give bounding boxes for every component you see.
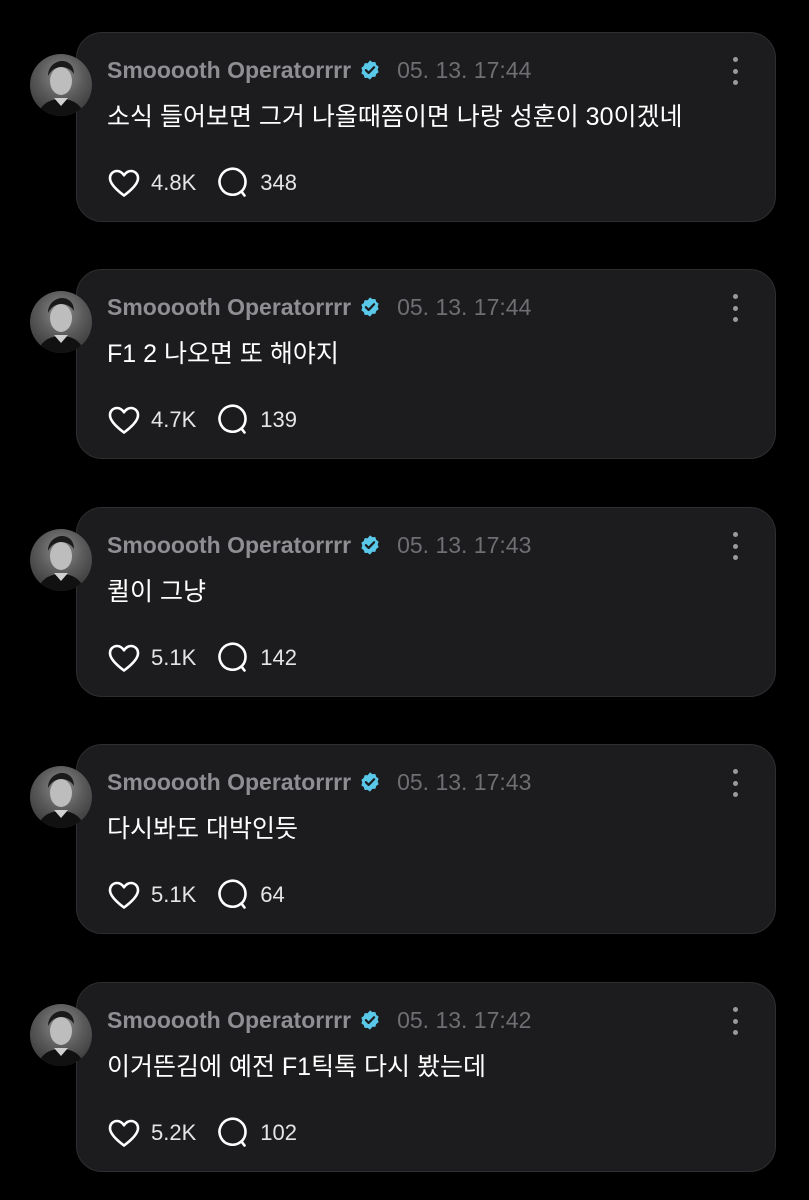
more-vertical-icon[interactable]	[725, 57, 745, 85]
comment-bubble-icon	[218, 404, 248, 434]
verified-badge-icon	[359, 296, 381, 318]
post-stats: 4.8K 348	[107, 167, 297, 199]
post-header: Smooooth Operatorrrr 05. 13. 17:42	[107, 1005, 531, 1035]
avatar[interactable]	[30, 529, 92, 591]
comment-button[interactable]: 142	[216, 642, 297, 674]
more-vertical-icon[interactable]	[725, 769, 745, 797]
comment-count: 348	[260, 170, 297, 195]
post-item: Smooooth Operatorrrr 05. 13. 17:44 F1 2 …	[0, 269, 809, 469]
like-button[interactable]: 4.8K	[107, 168, 196, 198]
like-button[interactable]: 5.2K	[107, 1118, 196, 1148]
like-count: 5.1K	[151, 882, 197, 907]
comment-count: 102	[260, 1120, 297, 1145]
post-card[interactable]: Smooooth Operatorrrr 05. 13. 17:44 F1 2 …	[76, 269, 776, 459]
avatar[interactable]	[30, 291, 92, 353]
post-stats: 5.1K 64	[107, 879, 285, 911]
comment-bubble-icon	[218, 879, 248, 909]
verified-badge-icon	[359, 59, 381, 81]
comment-bubble-icon	[218, 167, 248, 197]
post-stats: 5.2K 102	[107, 1117, 297, 1149]
post-header: Smooooth Operatorrrr 05. 13. 17:44	[107, 292, 531, 322]
post-card[interactable]: Smooooth Operatorrrr 05. 13. 17:43 퀼이 그냥…	[76, 507, 776, 697]
like-button[interactable]: 5.1K	[107, 643, 196, 673]
post-item: Smooooth Operatorrrr 05. 13. 17:44 소식 들어…	[0, 32, 809, 232]
like-count: 5.1K	[151, 645, 197, 670]
username[interactable]: Smooooth Operatorrrr	[107, 294, 351, 321]
post-item: Smooooth Operatorrrr 05. 13. 17:42 이거뜬김에…	[0, 982, 809, 1182]
post-stats: 5.1K 142	[107, 642, 297, 674]
avatar[interactable]	[30, 54, 92, 116]
verified-badge-icon	[359, 1009, 381, 1031]
post-timestamp: 05. 13. 17:44	[397, 56, 532, 83]
comment-bubble-icon	[218, 642, 248, 672]
heart-icon	[108, 1119, 140, 1147]
post-card[interactable]: Smooooth Operatorrrr 05. 13. 17:44 소식 들어…	[76, 32, 776, 222]
verified-badge-icon	[359, 534, 381, 556]
comment-count: 64	[260, 882, 285, 907]
post-item: Smooooth Operatorrrr 05. 13. 17:43 퀼이 그냥…	[0, 507, 809, 707]
like-button[interactable]: 4.7K	[107, 405, 196, 435]
post-text: 다시봐도 대박인듯	[107, 815, 298, 843]
post-text: 소식 들어보면 그거 나올때쯤이면 나랑 성훈이 30이겠네	[107, 103, 683, 131]
post-card[interactable]: Smooooth Operatorrrr 05. 13. 17:42 이거뜬김에…	[76, 982, 776, 1172]
post-text: 퀼이 그냥	[107, 578, 206, 606]
post-item: Smooooth Operatorrrr 05. 13. 17:43 다시봐도 …	[0, 744, 809, 944]
heart-icon	[108, 406, 140, 434]
more-vertical-icon[interactable]	[725, 1007, 745, 1035]
more-vertical-icon[interactable]	[725, 532, 745, 560]
username[interactable]: Smooooth Operatorrrr	[107, 532, 351, 559]
username[interactable]: Smooooth Operatorrrr	[107, 769, 351, 796]
comment-button[interactable]: 139	[216, 404, 297, 436]
post-header: Smooooth Operatorrrr 05. 13. 17:44	[107, 55, 531, 85]
comment-bubble-icon	[218, 1117, 248, 1147]
post-card[interactable]: Smooooth Operatorrrr 05. 13. 17:43 다시봐도 …	[76, 744, 776, 934]
comment-count: 142	[260, 645, 297, 670]
post-header: Smooooth Operatorrrr 05. 13. 17:43	[107, 767, 531, 797]
post-timestamp: 05. 13. 17:43	[397, 531, 532, 558]
heart-icon	[108, 169, 140, 197]
post-text: 이거뜬김에 예전 F1틱톡 다시 봤는데	[107, 1053, 486, 1081]
like-count: 4.8K	[151, 170, 197, 195]
avatar[interactable]	[30, 1004, 92, 1066]
heart-icon	[108, 644, 140, 672]
heart-icon	[108, 881, 140, 909]
like-count: 5.2K	[151, 1120, 197, 1145]
post-header: Smooooth Operatorrrr 05. 13. 17:43	[107, 530, 531, 560]
post-stats: 4.7K 139	[107, 404, 297, 436]
comment-button[interactable]: 64	[216, 879, 285, 911]
comment-count: 139	[260, 407, 297, 432]
comment-button[interactable]: 348	[216, 167, 297, 199]
avatar[interactable]	[30, 766, 92, 828]
post-timestamp: 05. 13. 17:42	[397, 1006, 532, 1033]
verified-badge-icon	[359, 771, 381, 793]
comment-button[interactable]: 102	[216, 1117, 297, 1149]
post-timestamp: 05. 13. 17:44	[397, 293, 532, 320]
like-button[interactable]: 5.1K	[107, 880, 196, 910]
like-count: 4.7K	[151, 407, 197, 432]
more-vertical-icon[interactable]	[725, 294, 745, 322]
post-timestamp: 05. 13. 17:43	[397, 768, 532, 795]
username[interactable]: Smooooth Operatorrrr	[107, 57, 351, 84]
post-text: F1 2 나오면 또 해야지	[107, 340, 339, 368]
username[interactable]: Smooooth Operatorrrr	[107, 1007, 351, 1034]
